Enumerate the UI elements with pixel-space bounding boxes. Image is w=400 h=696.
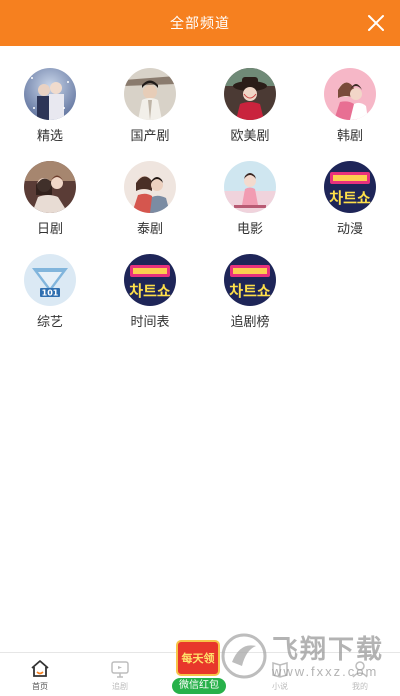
header-bar: 全部频道	[0, 0, 400, 46]
tab-label: 我的	[352, 682, 368, 691]
channel-label: 电影	[236, 221, 263, 236]
user-icon	[352, 661, 368, 678]
tab-label: 首页	[32, 682, 48, 691]
channel-domestic-drama[interactable]: 国产剧	[100, 68, 200, 145]
red-packet-button[interactable]: 每天领 微信红包	[172, 640, 226, 696]
book-icon	[272, 662, 288, 678]
channel-label: 韩剧	[336, 128, 363, 143]
channel-thumbnail	[124, 161, 176, 213]
channel-variety[interactable]: 101 综艺	[0, 254, 100, 331]
tab-label: 追剧	[112, 682, 128, 691]
channel-label: 动漫	[336, 221, 363, 236]
channel-featured[interactable]: 精选	[0, 68, 100, 145]
tab-label: 小说	[272, 682, 288, 691]
channel-thumbnail: 차트쇼	[324, 161, 376, 213]
channel-thumbnail: 101	[24, 254, 76, 306]
svg-text:차트쇼: 차트쇼	[329, 189, 371, 207]
channel-thumbnail	[324, 68, 376, 120]
channel-label: 精选	[36, 128, 63, 143]
channel-japanese-drama[interactable]: 日剧	[0, 161, 100, 238]
red-packet-badge: 每天领	[181, 653, 215, 665]
channel-thumbnail	[224, 161, 276, 213]
channel-anime[interactable]: 차트쇼 动漫	[300, 161, 400, 238]
tv-icon	[111, 661, 129, 678]
channel-thumbnail	[24, 161, 76, 213]
tab-home[interactable]: 首页	[0, 653, 80, 696]
channel-grid: 精选 国产剧 欧美剧 韩剧 日剧 泰剧 电影 차트쇼 动漫 101 综艺 차트쇼…	[0, 68, 400, 331]
channel-thumbnail	[124, 68, 176, 120]
page-title: 全部频道	[170, 15, 230, 31]
channel-label: 追剧榜	[230, 314, 270, 329]
close-icon	[368, 15, 384, 31]
channel-label: 时间表	[130, 314, 170, 329]
channel-label: 国产剧	[130, 128, 170, 143]
tab-novel[interactable]: 小说	[240, 653, 320, 696]
channel-thumbnail	[24, 68, 76, 120]
channel-label: 泰剧	[136, 221, 163, 236]
red-packet-label: 微信红包	[172, 678, 226, 694]
channel-thumbnail: 차트쇼	[224, 254, 276, 306]
channel-movie[interactable]: 电影	[200, 161, 300, 238]
tab-profile[interactable]: 我的	[320, 653, 400, 696]
channel-label: 日剧	[36, 221, 63, 236]
svg-text:차트쇼: 차트쇼	[229, 282, 271, 300]
close-button[interactable]	[364, 11, 388, 35]
channel-label: 综艺	[36, 314, 63, 329]
channel-thumbnail	[224, 68, 276, 120]
svg-text:차트쇼: 차트쇼	[129, 282, 171, 300]
tab-following[interactable]: 追剧	[80, 653, 160, 696]
channel-western-drama[interactable]: 欧美剧	[200, 68, 300, 145]
channel-label: 欧美剧	[230, 128, 270, 143]
channel-korean-drama[interactable]: 韩剧	[300, 68, 400, 145]
red-envelope-icon: 每天领	[176, 640, 220, 676]
channel-thai-drama[interactable]: 泰剧	[100, 161, 200, 238]
svg-text:101: 101	[42, 289, 59, 298]
home-icon	[31, 660, 49, 677]
channel-ranking[interactable]: 차트쇼 追剧榜	[200, 254, 300, 331]
channel-schedule[interactable]: 차트쇼 时间表	[100, 254, 200, 331]
channel-thumbnail: 차트쇼	[124, 254, 176, 306]
